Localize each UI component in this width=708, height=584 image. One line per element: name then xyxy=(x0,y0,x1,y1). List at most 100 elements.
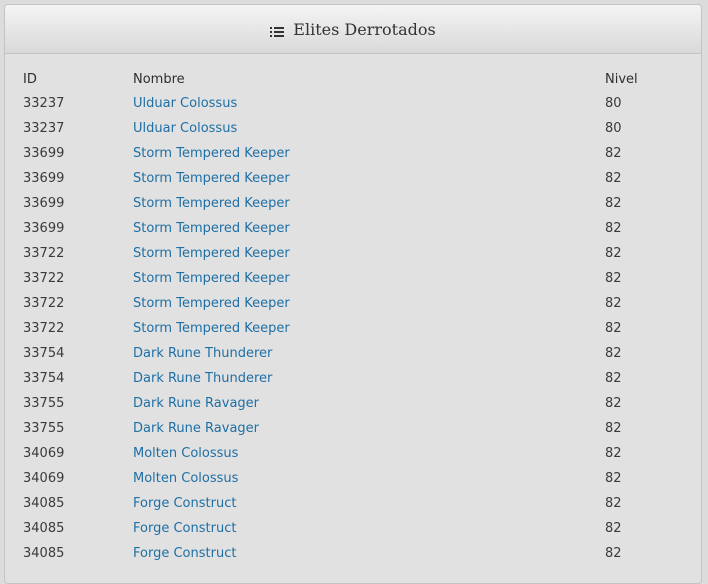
cell-id: 34069 xyxy=(23,446,65,461)
cell-id: 34069 xyxy=(23,471,65,486)
table-row: 33237 Ulduar Colossus 80 xyxy=(23,91,685,116)
elite-name-link[interactable]: Forge Construct xyxy=(133,546,236,561)
table-row: 33755 Dark Rune Ravager 82 xyxy=(23,416,685,441)
table-row: 33722 Storm Tempered Keeper 82 xyxy=(23,266,685,291)
cell-id: 33237 xyxy=(23,121,65,136)
cell-name: Forge Construct xyxy=(133,491,605,516)
elite-name-link[interactable]: Molten Colossus xyxy=(133,446,238,461)
elite-name-link[interactable]: Forge Construct xyxy=(133,496,236,511)
cell-id: 33722 xyxy=(23,321,65,336)
cell-name: Dark Rune Ravager xyxy=(133,416,605,441)
table-row: 33699 Storm Tempered Keeper 82 xyxy=(23,191,685,216)
cell-id: 33755 xyxy=(23,421,65,436)
table-row: 33754 Dark Rune Thunderer 82 xyxy=(23,341,685,366)
cell-id: 34085 xyxy=(23,496,65,511)
table-row: 34069 Molten Colossus 82 xyxy=(23,441,685,466)
cell-name: Forge Construct xyxy=(133,541,605,566)
cell-level: 82 xyxy=(605,296,622,311)
cell-name: Storm Tempered Keeper xyxy=(133,141,605,166)
panel-title: Elites Derrotados xyxy=(293,19,436,39)
table-row: 33699 Storm Tempered Keeper 82 xyxy=(23,166,685,191)
cell-level: 82 xyxy=(605,221,622,236)
elite-name-link[interactable]: Dark Rune Thunderer xyxy=(133,346,272,361)
cell-id: 33722 xyxy=(23,271,65,286)
cell-id: 33722 xyxy=(23,296,65,311)
elite-name-link[interactable]: Forge Construct xyxy=(133,521,236,536)
cell-name: Storm Tempered Keeper xyxy=(133,291,605,316)
cell-name: Molten Colossus xyxy=(133,466,605,491)
elites-panel: Elites Derrotados ID Nombre Nivel 33237 U… xyxy=(4,4,702,584)
cell-id: 33754 xyxy=(23,371,65,386)
elite-name-link[interactable]: Dark Rune Thunderer xyxy=(133,371,272,386)
cell-level: 82 xyxy=(605,496,622,511)
cell-level: 82 xyxy=(605,196,622,211)
cell-id: 33722 xyxy=(23,246,65,261)
panel-header: Elites Derrotados xyxy=(5,5,701,54)
cell-id: 33699 xyxy=(23,146,65,161)
elite-name-link[interactable]: Storm Tempered Keeper xyxy=(133,146,290,161)
elite-name-link[interactable]: Storm Tempered Keeper xyxy=(133,296,290,311)
table-row: 34085 Forge Construct 82 xyxy=(23,541,685,566)
elite-name-link[interactable]: Storm Tempered Keeper xyxy=(133,196,290,211)
column-header-level: Nivel xyxy=(605,72,638,87)
table-row: 33722 Storm Tempered Keeper 82 xyxy=(23,291,685,316)
table-row: 33722 Storm Tempered Keeper 82 xyxy=(23,241,685,266)
cell-level: 82 xyxy=(605,271,622,286)
cell-level: 82 xyxy=(605,446,622,461)
cell-level: 82 xyxy=(605,346,622,361)
cell-name: Dark Rune Ravager xyxy=(133,391,605,416)
elite-name-link[interactable]: Ulduar Colossus xyxy=(133,96,237,111)
elite-name-link[interactable]: Ulduar Colossus xyxy=(133,121,237,136)
elite-name-link[interactable]: Storm Tempered Keeper xyxy=(133,221,290,236)
cell-name: Storm Tempered Keeper xyxy=(133,191,605,216)
table-header-row: ID Nombre Nivel xyxy=(23,68,685,91)
cell-level: 80 xyxy=(605,96,622,111)
cell-name: Dark Rune Thunderer xyxy=(133,341,605,366)
list-icon xyxy=(270,23,285,37)
elite-name-link[interactable]: Storm Tempered Keeper xyxy=(133,171,290,186)
cell-level: 82 xyxy=(605,171,622,186)
elite-name-link[interactable]: Dark Rune Ravager xyxy=(133,421,259,436)
table-row: 33754 Dark Rune Thunderer 82 xyxy=(23,366,685,391)
cell-name: Storm Tempered Keeper xyxy=(133,166,605,191)
cell-id: 33699 xyxy=(23,196,65,211)
elite-name-link[interactable]: Storm Tempered Keeper xyxy=(133,321,290,336)
elite-name-link[interactable]: Molten Colossus xyxy=(133,471,238,486)
elite-name-link[interactable]: Storm Tempered Keeper xyxy=(133,246,290,261)
cell-name: Storm Tempered Keeper xyxy=(133,241,605,266)
cell-level: 82 xyxy=(605,246,622,261)
cell-level: 82 xyxy=(605,146,622,161)
cell-id: 33755 xyxy=(23,396,65,411)
cell-id: 33754 xyxy=(23,346,65,361)
cell-id: 33237 xyxy=(23,96,65,111)
table-row: 34069 Molten Colossus 82 xyxy=(23,466,685,491)
cell-name: Storm Tempered Keeper xyxy=(133,216,605,241)
table-row: 33237 Ulduar Colossus 80 xyxy=(23,116,685,141)
table-body: 33237 Ulduar Colossus 80 33237 Ulduar Coloss… xyxy=(23,91,685,566)
cell-level: 82 xyxy=(605,421,622,436)
table-row: 33699 Storm Tempered Keeper 82 xyxy=(23,216,685,241)
table-row: 34085 Forge Construct 82 xyxy=(23,516,685,541)
cell-id: 33699 xyxy=(23,171,65,186)
cell-id: 34085 xyxy=(23,546,65,561)
cell-level: 82 xyxy=(605,521,622,536)
cell-name: Ulduar Colossus xyxy=(133,91,605,116)
cell-level: 82 xyxy=(605,321,622,336)
cell-name: Molten Colossus xyxy=(133,441,605,466)
cell-name: Storm Tempered Keeper xyxy=(133,316,605,341)
elite-name-link[interactable]: Storm Tempered Keeper xyxy=(133,271,290,286)
column-header-name: Nombre xyxy=(133,72,185,87)
cell-name: Storm Tempered Keeper xyxy=(133,266,605,291)
elites-table: ID Nombre Nivel 33237 Ulduar Colossus 80 33… xyxy=(23,68,685,566)
cell-level: 82 xyxy=(605,396,622,411)
cell-id: 34085 xyxy=(23,521,65,536)
table-row: 33755 Dark Rune Ravager 82 xyxy=(23,391,685,416)
elite-name-link[interactable]: Dark Rune Ravager xyxy=(133,396,259,411)
column-header-id: ID xyxy=(23,72,37,87)
cell-level: 80 xyxy=(605,121,622,136)
cell-level: 82 xyxy=(605,546,622,561)
cell-level: 82 xyxy=(605,471,622,486)
cell-name: Dark Rune Thunderer xyxy=(133,366,605,391)
cell-name: Forge Construct xyxy=(133,516,605,541)
table-row: 33699 Storm Tempered Keeper 82 xyxy=(23,141,685,166)
